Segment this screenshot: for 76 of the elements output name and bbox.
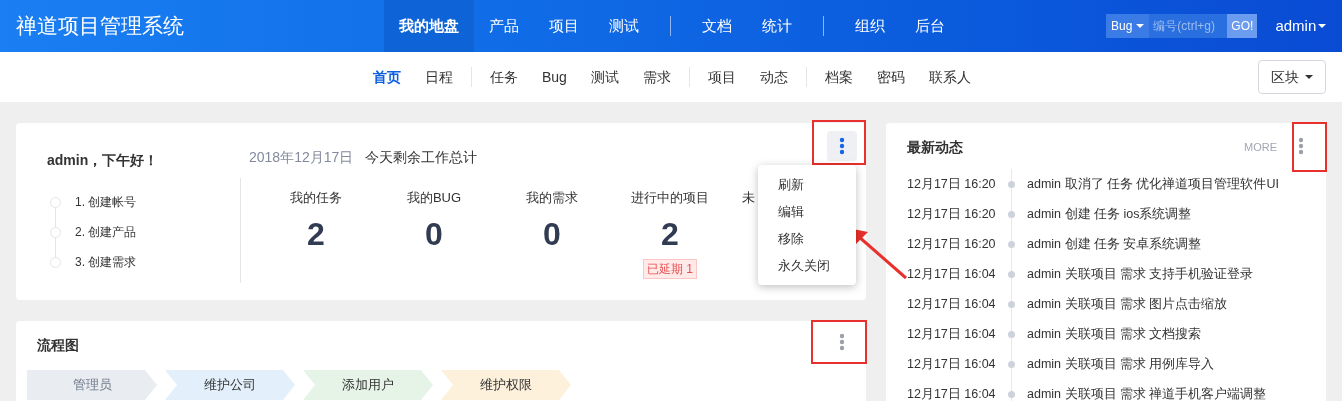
subnav-tab[interactable]: 联系人	[916, 66, 983, 88]
caret-icon	[1136, 24, 1145, 28]
subnav-tab[interactable]: 首页	[361, 66, 413, 88]
search-field[interactable]: 编号(ctrl+g)	[1149, 14, 1228, 38]
stat-value: 2	[661, 214, 679, 254]
caret-icon	[1305, 75, 1313, 79]
step-label: 1. 创建帐号	[75, 194, 137, 211]
user-menu[interactable]: admin	[1275, 14, 1327, 38]
activity-text: admin 关联项目 需求 文档搜索	[1027, 325, 1202, 343]
highlight-frame	[1292, 122, 1327, 172]
activity-text: admin 创建 任务 安卓系统调整	[1027, 235, 1202, 253]
flow-step: 管理员	[27, 370, 157, 400]
brand-title: 禅道项目管理系统	[15, 13, 185, 40]
activity-time: 12月17日 16:04	[907, 325, 997, 343]
overdue-badge: 已延期 1	[643, 258, 697, 279]
subnav-tab[interactable]: 密码	[864, 66, 917, 88]
stat-value: 0	[425, 214, 443, 254]
more-vertical-icon	[839, 333, 845, 351]
activity-text: admin 创建 任务 ios系统调整	[1027, 205, 1192, 223]
menu-item[interactable]: 刷新	[758, 171, 856, 198]
activity-time: 12月17日 16:20	[907, 235, 997, 253]
menu-item[interactable]: 移除	[758, 225, 856, 252]
card-title: 最新动态	[907, 137, 963, 157]
highlight-frame	[811, 320, 867, 364]
search-type-dropdown[interactable]: Bug	[1106, 14, 1150, 38]
card-title: 流程图	[37, 336, 79, 355]
nav-tab[interactable]: 产品	[474, 0, 534, 52]
subnav-tab[interactable]: 测试	[578, 66, 631, 88]
more-vertical-icon	[1298, 137, 1304, 155]
greeting: admin，下午好！	[47, 151, 160, 170]
stat-value: 0	[543, 214, 561, 254]
nav-tab[interactable]: 项目	[534, 0, 594, 52]
subnav-tab[interactable]: 项目	[695, 66, 748, 88]
subnav-tab[interactable]: 动态	[747, 66, 800, 88]
more-vertical-icon	[839, 137, 845, 155]
activity-text: admin 关联项目 需求 图片点击缩放	[1027, 295, 1228, 313]
flow-step: 维护权限	[441, 370, 571, 400]
subnav-tab[interactable]: 日程	[413, 66, 465, 88]
flow-step: 维护公司	[165, 370, 295, 400]
date-label: 2018年12月17日	[249, 148, 354, 167]
subnav-tab[interactable]: 需求	[630, 66, 683, 88]
activity-text: admin 关联项目 需求 支持手机验证登录	[1027, 265, 1254, 283]
flow-step: 添加用户	[303, 370, 433, 400]
nav-tab[interactable]: 测试	[594, 0, 654, 52]
activity-time: 12月17日 16:20	[907, 205, 997, 223]
subnav-tab[interactable]: 任务	[478, 66, 530, 88]
highlight-frame	[812, 120, 866, 165]
nav-tab[interactable]: 我的地盘	[384, 0, 474, 52]
stat-label: 进行中的项目	[631, 189, 709, 207]
activity-time: 12月17日 16:04	[907, 355, 997, 373]
stat-label: 我的任务	[290, 189, 342, 207]
nav-tab[interactable]: 文档	[687, 0, 747, 52]
nav-tab[interactable]: 统计	[747, 0, 807, 52]
caret-icon	[1318, 24, 1327, 28]
subnav-tab[interactable]: Bug	[530, 66, 579, 88]
stat-value: 2	[307, 214, 325, 254]
block-dropdown-button[interactable]: 区块	[1258, 60, 1326, 94]
activity-time: 12月17日 16:04	[907, 265, 997, 283]
activity-text: admin 关联项目 需求 禅道手机客户端调整	[1027, 385, 1267, 401]
menu-item[interactable]: 永久关闭	[758, 252, 856, 279]
activity-time: 12月17日 16:04	[907, 385, 997, 401]
activity-text: admin 关联项目 需求 用例库导入	[1027, 355, 1215, 373]
activity-text: admin 取消了 任务 优化禅道项目管理软件UI	[1027, 175, 1279, 193]
activity-time: 12月17日 16:20	[907, 175, 997, 193]
nav-tab[interactable]: 组织	[840, 0, 900, 52]
summary-title: 今天剩余工作总计	[365, 148, 478, 167]
stat-label: 未	[742, 189, 755, 207]
stat-label: 我的需求	[526, 189, 578, 207]
nav-tab[interactable]: 后台	[900, 0, 960, 52]
step-label: 2. 创建产品	[75, 224, 137, 241]
more-menu-button[interactable]	[827, 131, 857, 161]
subnav-tab[interactable]: 档案	[812, 66, 865, 88]
menu-item[interactable]: 编辑	[758, 198, 856, 225]
stat-label: 我的BUG	[406, 189, 462, 207]
step-label: 3. 创建需求	[75, 254, 137, 271]
activity-time: 12月17日 16:04	[907, 295, 997, 313]
